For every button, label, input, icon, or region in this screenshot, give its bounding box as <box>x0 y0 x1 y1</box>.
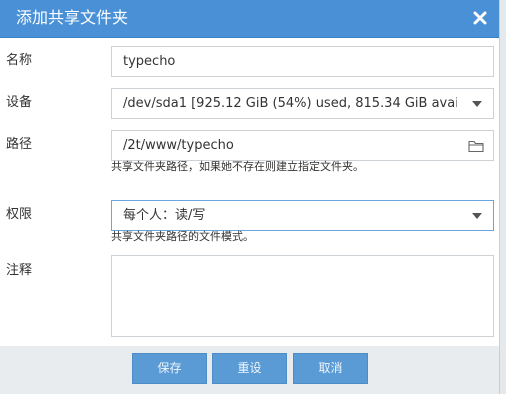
reset-button[interactable]: 重设 <box>212 353 287 384</box>
permission-select[interactable]: 每个人：读/写 <box>111 200 494 231</box>
name-label: 名称 <box>6 53 33 68</box>
chevron-down-icon <box>472 213 482 219</box>
comment-label: 注释 <box>6 263 33 278</box>
path-hint: 共享文件夹路径，如果她不存在则建立指定文件夹。 <box>111 160 364 173</box>
dialog-title: 添加共享文件夹 <box>16 8 129 27</box>
path-label: 路径 <box>6 137 33 152</box>
device-select[interactable]: /dev/sda1 [925.12 GiB (54%) used, 815.34… <box>111 88 494 119</box>
name-input-value: typecho <box>123 54 176 69</box>
dialog-titlebar: 添加共享文件夹 <box>0 0 499 38</box>
permission-hint: 共享文件夹路径的文件模式。 <box>111 230 254 243</box>
permission-label: 权限 <box>6 207 33 222</box>
name-input[interactable]: typecho <box>111 46 494 77</box>
folder-icon[interactable] <box>468 138 484 153</box>
path-input-value: /2t/www/typecho <box>123 138 234 153</box>
device-select-value: /dev/sda1 [925.12 GiB (54%) used, 815.34… <box>123 96 457 111</box>
cancel-button[interactable]: 取消 <box>293 353 368 384</box>
dialog-footer: 保存 重设 取消 <box>0 346 499 394</box>
save-button[interactable]: 保存 <box>132 353 207 384</box>
comment-textarea[interactable] <box>111 255 494 337</box>
permission-select-value: 每个人：读/写 <box>123 208 206 223</box>
chevron-down-icon <box>472 101 482 107</box>
path-input[interactable]: /2t/www/typecho <box>111 130 494 161</box>
device-label: 设备 <box>6 95 33 110</box>
background-strip <box>500 0 506 394</box>
close-icon[interactable] <box>470 8 490 28</box>
add-shared-folder-dialog: 添加共享文件夹 名称 typecho 设备 /dev/sda1 [925.12 … <box>0 0 500 394</box>
